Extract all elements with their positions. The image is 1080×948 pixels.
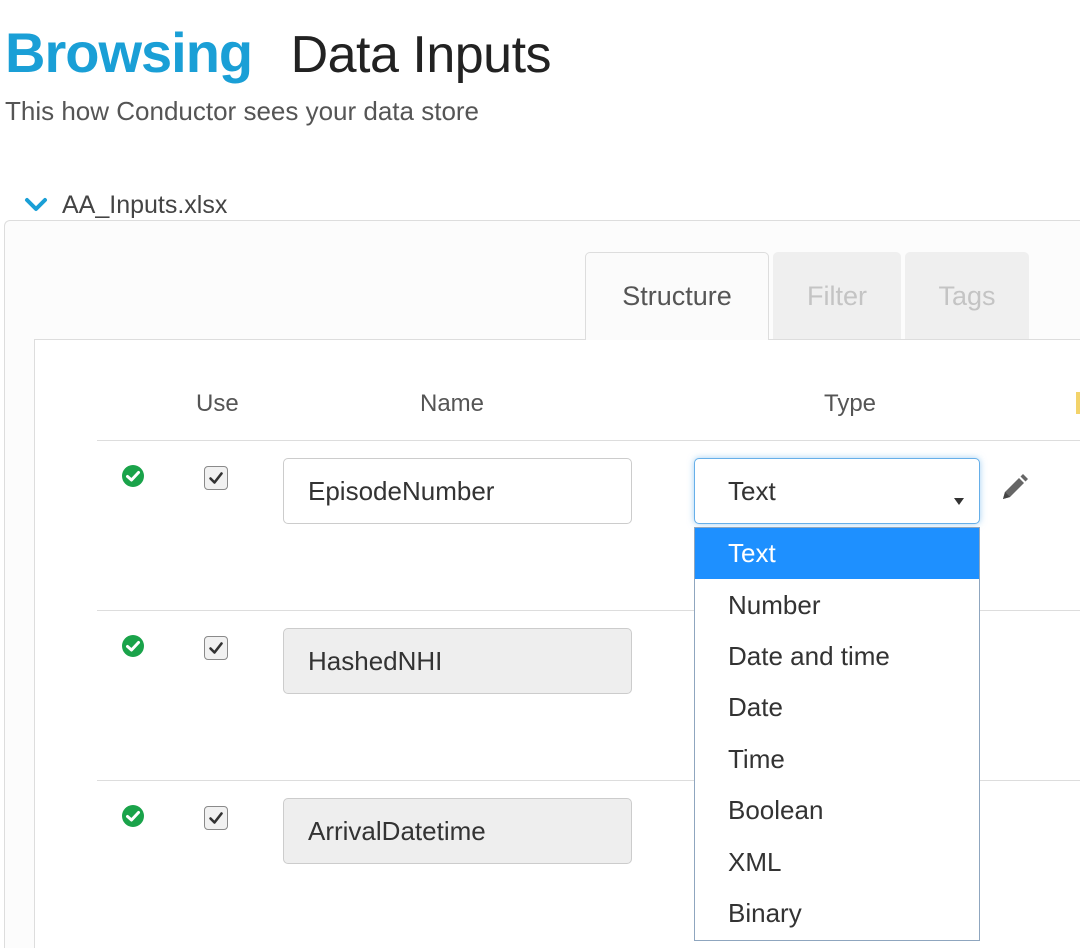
type-option-xml[interactable]: XML: [695, 836, 979, 887]
tab-filter[interactable]: Filter: [773, 252, 901, 340]
type-option-number[interactable]: Number: [695, 579, 979, 630]
page-subtitle: This how Conductor sees your data store: [5, 96, 480, 126]
page-title: Browsing Data Inputs: [5, 20, 552, 90]
type-select[interactable]: Text: [694, 458, 980, 524]
column-name-input[interactable]: [283, 628, 632, 694]
type-option-text[interactable]: Text: [695, 528, 979, 580]
type-option-binary[interactable]: Binary: [695, 888, 979, 939]
type-option-date[interactable]: Date: [695, 682, 979, 733]
column-header-use: Use: [196, 390, 239, 417]
use-checkbox[interactable]: [204, 636, 228, 660]
column-header-overflow-marker: [1076, 392, 1080, 414]
chevron-down-icon: [24, 193, 48, 217]
page-title-main: Data Inputs: [290, 26, 552, 84]
tab-tags[interactable]: Tags: [905, 252, 1029, 340]
file-name: AA_Inputs.xlsx: [62, 190, 228, 219]
type-option-time[interactable]: Time: [695, 734, 979, 785]
column-header-name: Name: [420, 390, 485, 417]
type-select-value: Text: [728, 475, 776, 506]
pencil-icon[interactable]: [998, 472, 1030, 504]
page-title-accent: Browsing: [5, 21, 253, 84]
column-name-input[interactable]: [283, 458, 632, 524]
check-circle-icon: [121, 464, 145, 488]
column-header-type: Type: [824, 390, 877, 417]
row-divider: [97, 440, 1080, 441]
type-option-boolean[interactable]: Boolean: [695, 785, 979, 836]
column-name-input[interactable]: [283, 798, 632, 864]
type-option-date-and-time[interactable]: Date and time: [695, 631, 979, 682]
file-toggle[interactable]: AA_Inputs.xlsx: [24, 188, 227, 222]
use-checkbox[interactable]: [204, 466, 228, 490]
type-dropdown-list: Text Number Date and time Date Time Bool…: [694, 527, 980, 941]
use-checkbox[interactable]: [204, 806, 228, 830]
caret-down-icon: [953, 483, 965, 505]
tab-structure[interactable]: Structure: [585, 252, 769, 340]
check-circle-icon: [121, 634, 145, 658]
check-circle-icon: [121, 804, 145, 828]
